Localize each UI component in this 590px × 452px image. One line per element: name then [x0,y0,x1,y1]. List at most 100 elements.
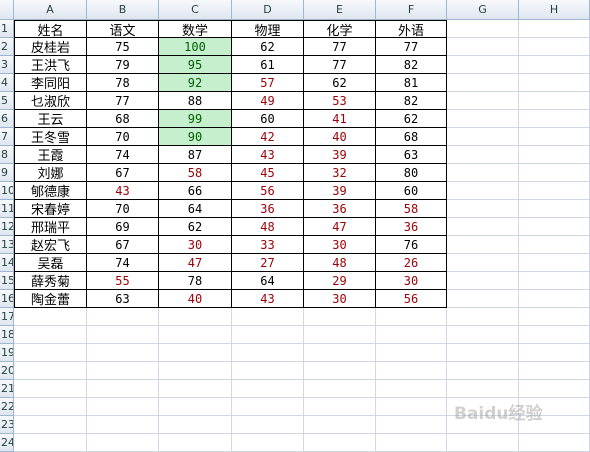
score-cell[interactable]: 63 [376,146,447,164]
score-cell[interactable]: 58 [159,164,232,182]
column-header-c[interactable]: C [159,0,232,20]
row-header-19[interactable]: 19 [0,344,14,362]
row-header-6[interactable]: 6 [0,110,14,128]
cell-e22[interactable] [304,398,376,416]
cell-e21[interactable] [304,380,376,398]
row-header-7[interactable]: 7 [0,128,14,146]
column-header-b[interactable]: B [87,0,159,20]
cell-h12[interactable] [519,218,590,236]
row-header-21[interactable]: 21 [0,380,14,398]
cell-c24[interactable] [159,434,232,452]
score-cell[interactable]: 43 [232,146,304,164]
cell-e17[interactable] [304,308,376,326]
column-header-h[interactable]: H [519,0,590,20]
score-cell[interactable]: 66 [159,182,232,200]
header-cell-b[interactable]: 语文 [87,20,159,38]
row-header-20[interactable]: 20 [0,362,14,380]
cell-d20[interactable] [232,362,304,380]
cell-f24[interactable] [376,434,447,452]
score-cell[interactable]: 30 [376,272,447,290]
cell-h7[interactable] [519,128,590,146]
cell-h9[interactable] [519,164,590,182]
score-cell[interactable]: 49 [232,92,304,110]
row-header-9[interactable]: 9 [0,164,14,182]
score-cell[interactable]: 82 [376,56,447,74]
score-cell[interactable]: 36 [376,218,447,236]
score-cell[interactable]: 40 [304,128,376,146]
score-cell[interactable]: 67 [87,236,159,254]
name-cell[interactable]: 王洪飞 [14,56,87,74]
score-cell[interactable]: 61 [232,56,304,74]
row-header-17[interactable]: 17 [0,308,14,326]
cell-e23[interactable] [304,416,376,434]
cell-g16[interactable] [447,290,519,308]
cell-h21[interactable] [519,380,590,398]
cell-a24[interactable] [14,434,87,452]
row-header-23[interactable]: 23 [0,416,14,434]
score-cell[interactable]: 67 [87,164,159,182]
header-cell-d[interactable]: 物理 [232,20,304,38]
cell-h6[interactable] [519,110,590,128]
name-cell[interactable]: 邢瑞平 [14,218,87,236]
row-header-2[interactable]: 2 [0,38,14,56]
name-cell[interactable]: 王霞 [14,146,87,164]
cell-c21[interactable] [159,380,232,398]
cell-h13[interactable] [519,236,590,254]
score-cell[interactable]: 77 [87,92,159,110]
cell-h10[interactable] [519,182,590,200]
score-cell[interactable]: 60 [376,182,447,200]
cell-g6[interactable] [447,110,519,128]
score-cell[interactable]: 62 [232,38,304,56]
score-cell[interactable]: 56 [232,182,304,200]
cell-b18[interactable] [87,326,159,344]
score-cell[interactable]: 63 [87,290,159,308]
cell-g15[interactable] [447,272,519,290]
score-cell[interactable]: 47 [159,254,232,272]
row-header-8[interactable]: 8 [0,146,14,164]
column-header-a[interactable]: A [14,0,87,20]
column-header-d[interactable]: D [232,0,304,20]
score-cell[interactable]: 75 [87,38,159,56]
score-cell[interactable]: 74 [87,146,159,164]
score-cell[interactable]: 62 [376,110,447,128]
cell-f19[interactable] [376,344,447,362]
cell-d21[interactable] [232,380,304,398]
score-cell[interactable]: 48 [304,254,376,272]
cell-b22[interactable] [87,398,159,416]
cell-h23[interactable] [519,416,590,434]
cell-g7[interactable] [447,128,519,146]
score-cell[interactable]: 99 [159,110,232,128]
cell-b21[interactable] [87,380,159,398]
name-cell[interactable]: 赵宏飞 [14,236,87,254]
cell-d23[interactable] [232,416,304,434]
cell-e18[interactable] [304,326,376,344]
score-cell[interactable]: 74 [87,254,159,272]
cell-b23[interactable] [87,416,159,434]
cell-g17[interactable] [447,308,519,326]
name-cell[interactable]: 郇德康 [14,182,87,200]
row-header-1[interactable]: 1 [0,20,14,38]
select-all-corner[interactable] [0,0,14,20]
cell-f23[interactable] [376,416,447,434]
cell-b17[interactable] [87,308,159,326]
cell-e20[interactable] [304,362,376,380]
score-cell[interactable]: 58 [376,200,447,218]
score-cell[interactable]: 30 [304,236,376,254]
cell-g11[interactable] [447,200,519,218]
score-cell[interactable]: 55 [87,272,159,290]
score-cell[interactable]: 33 [232,236,304,254]
score-cell[interactable]: 36 [232,200,304,218]
cell-f21[interactable] [376,380,447,398]
score-cell[interactable]: 40 [159,290,232,308]
cell-a21[interactable] [14,380,87,398]
score-cell[interactable]: 77 [304,56,376,74]
score-cell[interactable]: 95 [159,56,232,74]
row-header-10[interactable]: 10 [0,182,14,200]
cell-h24[interactable] [519,434,590,452]
score-cell[interactable]: 79 [87,56,159,74]
score-cell[interactable]: 26 [376,254,447,272]
cell-g3[interactable] [447,56,519,74]
name-cell[interactable]: 王冬雪 [14,128,87,146]
column-header-g[interactable]: G [447,0,519,20]
score-cell[interactable]: 43 [87,182,159,200]
